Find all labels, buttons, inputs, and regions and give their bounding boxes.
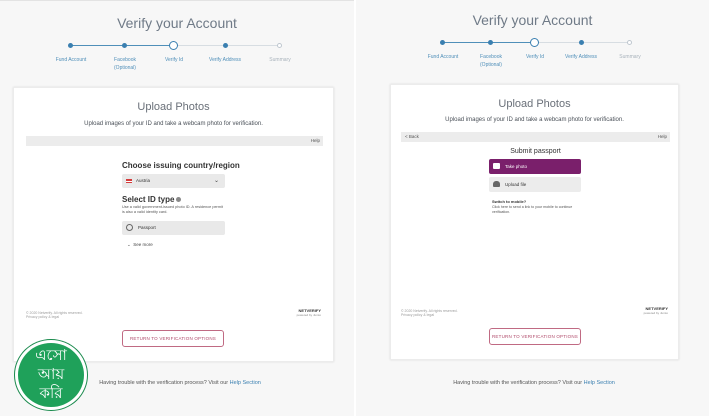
- return-to-verification-button[interactable]: RETURN TO VERIFICATION OPTIONS: [489, 328, 581, 345]
- step-dot-verify-id: [530, 38, 539, 47]
- step-label-facebook[interactable]: Facebook: [100, 57, 150, 63]
- step-label-verify-id[interactable]: Verify Id: [149, 57, 199, 63]
- globe-icon: [126, 224, 133, 231]
- passport-label: Passport: [138, 225, 156, 230]
- trouble-text-body: Having trouble with the verification pro…: [453, 380, 583, 386]
- idtype-description: Use a valid government-issued photo ID. …: [122, 205, 223, 214]
- brand-sub: powered by Jumio: [296, 313, 321, 317]
- card-title: Upload Photos: [498, 98, 571, 110]
- upload-card: Upload Photos Upload images of your ID a…: [13, 87, 334, 362]
- card-title: Upload Photos: [137, 101, 210, 113]
- step-dot-verify-id: [169, 41, 178, 50]
- step-sublabel-facebook: (Optional): [114, 65, 136, 71]
- take-photo-label: Take photo: [505, 164, 528, 169]
- step-dot-verify-address: [579, 40, 584, 45]
- step-dot-summary: [627, 40, 632, 45]
- camera-icon: [493, 163, 500, 169]
- step-label-verify-address[interactable]: Verify Address: [556, 54, 606, 60]
- step-sublabel-facebook: (Optional): [480, 62, 502, 68]
- step-dot-facebook: [488, 40, 493, 45]
- eso-ay-kori-logo: এসো আয় করি: [15, 340, 87, 410]
- card-subtitle: Upload images of your ID and take a webc…: [445, 117, 624, 123]
- see-more-link[interactable]: ⌄ See more: [127, 242, 153, 248]
- trouble-text-body: Having trouble with the verification pro…: [99, 380, 229, 386]
- step-dot-verify-address: [223, 43, 228, 48]
- step-label-facebook[interactable]: Facebook: [466, 54, 516, 60]
- progress-stepper: Fund Account Facebook (Optional) Verify …: [0, 40, 354, 80]
- submit-passport-heading: Submit passport: [510, 148, 561, 155]
- idtype-heading-text: Select ID type: [122, 195, 175, 204]
- step-dot-fund-account: [440, 40, 445, 45]
- info-icon[interactable]: [176, 197, 182, 203]
- help-bar: Help: [26, 136, 323, 146]
- step-dot-facebook: [122, 43, 127, 48]
- step-label-verify-address[interactable]: Verify Address: [200, 57, 250, 63]
- step-label-verify-id[interactable]: Verify Id: [510, 54, 560, 60]
- chevron-down-icon: ⌄: [213, 178, 219, 184]
- country-select-value: Austria: [136, 178, 151, 183]
- help-link[interactable]: Help: [311, 138, 320, 143]
- idtype-heading: Select ID type: [122, 195, 182, 204]
- chevron-down-icon: ⌄: [127, 242, 131, 247]
- step-dot-summary: [277, 43, 282, 48]
- card-footer-legal: © 2020 Netverify. All rights reserved. Pr…: [401, 309, 458, 317]
- help-bar: < Back Help: [401, 132, 670, 142]
- trouble-text: Having trouble with the verification pro…: [422, 380, 646, 386]
- card-footer-legal: © 2020 Netverify. All rights reserved. Pr…: [26, 311, 83, 319]
- step-label-fund-account[interactable]: Fund Account: [418, 54, 468, 60]
- help-link[interactable]: Help: [658, 134, 667, 139]
- return-to-verification-button[interactable]: RETURN TO VERIFICATION OPTIONS: [122, 330, 224, 347]
- right-panel: Verify your Account Fund Account Faceboo…: [356, 0, 709, 416]
- upload-card: Upload Photos Upload images of your ID a…: [390, 84, 679, 360]
- step-label-summary: Summary: [619, 54, 641, 60]
- top-divider: [0, 0, 354, 1]
- passport-option[interactable]: Passport: [122, 221, 225, 235]
- netverify-logo: NETVERIFY powered by Jumio: [261, 309, 321, 318]
- page: Verify your Account Fund Account Faceboo…: [0, 0, 709, 416]
- card-subtitle: Upload images of your ID and take a webc…: [84, 121, 263, 127]
- step-dot-fund-account: [68, 43, 73, 48]
- step-label-fund-account[interactable]: Fund Account: [46, 57, 96, 63]
- logo-line-1: এসো: [35, 346, 67, 364]
- take-photo-button[interactable]: Take photo: [489, 159, 581, 174]
- see-more-text: See more: [133, 242, 153, 247]
- logo-line-2: আয়: [37, 365, 65, 383]
- trouble-text: Having trouble with the verification pro…: [70, 380, 290, 386]
- progress-stepper: Fund Account Facebook (Optional) Verify …: [356, 37, 709, 77]
- switch-to-mobile-desc: Click here to send a link to your mobile…: [492, 205, 573, 214]
- switch-to-mobile-title[interactable]: Switch to mobile?: [492, 199, 526, 204]
- verify-title: Verify your Account: [117, 15, 237, 31]
- help-section-link[interactable]: Help Section: [230, 380, 261, 386]
- help-section-link[interactable]: Help Section: [584, 380, 615, 386]
- verify-title: Verify your Account: [472, 12, 593, 28]
- brand-sub: powered by Jumio: [643, 311, 668, 315]
- country-heading: Choose issuing country/region: [122, 161, 240, 170]
- cloud-upload-icon: [493, 181, 500, 187]
- country-select[interactable]: Austria ⌄: [122, 174, 225, 188]
- step-label-summary: Summary: [269, 57, 291, 63]
- back-link[interactable]: < Back: [405, 134, 419, 139]
- logo-line-3: করি: [39, 384, 63, 402]
- austria-flag-icon: [126, 179, 132, 183]
- upload-file-button[interactable]: Upload file: [489, 177, 581, 192]
- upload-file-label: Upload file: [505, 182, 527, 187]
- netverify-logo: NETVERIFY powered by Jumio: [608, 307, 668, 316]
